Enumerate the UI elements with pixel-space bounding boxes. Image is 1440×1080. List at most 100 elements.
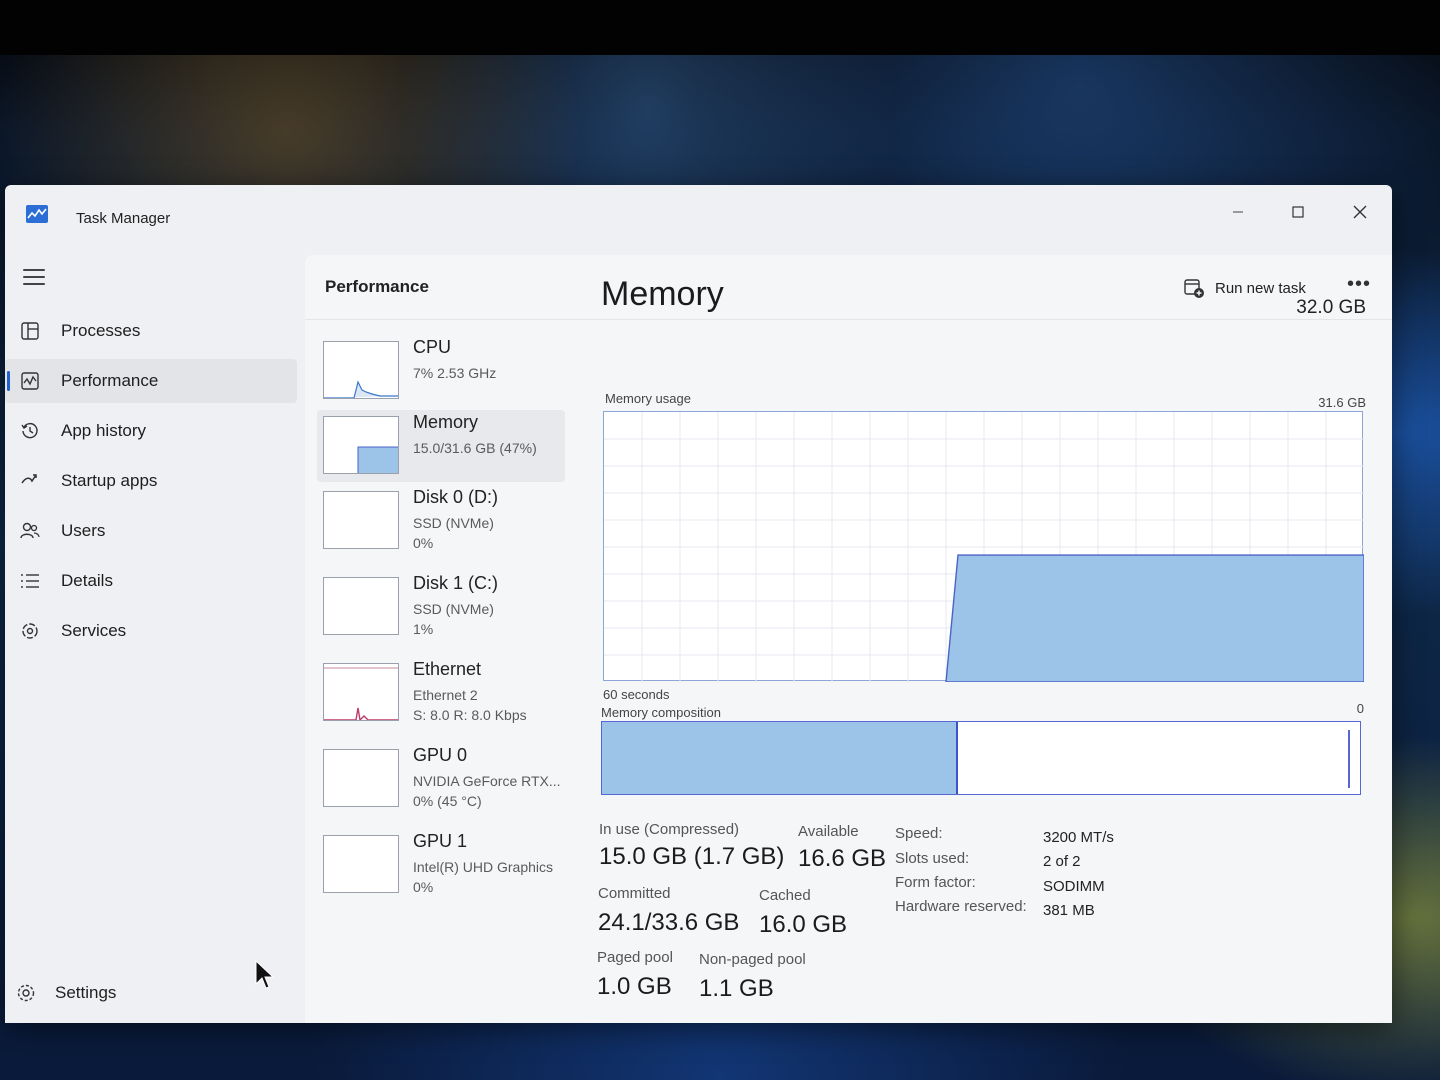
sidebar-item-settings[interactable]: Settings bbox=[5, 971, 265, 1015]
sidebar-item-details[interactable]: Details bbox=[5, 559, 297, 603]
slots-used-value: 2 of 2 bbox=[1043, 853, 1081, 870]
sidebar-item-label: Startup apps bbox=[61, 471, 158, 490]
resource-usage: 0% bbox=[413, 535, 434, 551]
resource-detail: Ethernet 2 bbox=[413, 687, 478, 703]
window-title: Task Manager bbox=[76, 210, 171, 227]
sidebar-item-label: Details bbox=[61, 571, 113, 590]
mouse-cursor-icon bbox=[255, 960, 275, 989]
users-icon bbox=[19, 520, 41, 542]
resource-item-cpu[interactable]: CPU 7% 2.53 GHz bbox=[317, 335, 565, 407]
non-paged-pool-label: Non-paged pool bbox=[699, 951, 806, 968]
title-bar[interactable]: Task Manager bbox=[5, 185, 1392, 249]
resource-detail: SSD (NVMe) bbox=[413, 515, 494, 531]
resource-item-disk-0[interactable]: Disk 0 (D:) SSD (NVMe) 0% bbox=[317, 485, 565, 557]
sidebar-item-processes[interactable]: Processes bbox=[5, 309, 297, 353]
gpu-1-thumbnail-graph bbox=[323, 835, 399, 893]
header-divider bbox=[305, 319, 1392, 320]
performance-panel: Performance Run new task ••• CPU 7% 2.53… bbox=[305, 255, 1392, 1023]
resource-usage: 1% bbox=[413, 621, 434, 637]
performance-icon bbox=[19, 370, 41, 392]
resource-detail: Intel(R) UHD Graphics bbox=[413, 859, 554, 875]
form-factor-label: Form factor: bbox=[895, 874, 976, 891]
sidebar-item-label: Users bbox=[61, 521, 106, 540]
sidebar-item-services[interactable]: Services bbox=[5, 609, 297, 653]
services-icon bbox=[19, 620, 41, 642]
more-options-button[interactable]: ••• bbox=[1347, 273, 1371, 296]
committed-value: 24.1/33.6 GB bbox=[598, 909, 740, 936]
slots-used-label: Slots used: bbox=[895, 850, 970, 867]
hamburger-menu-icon[interactable] bbox=[23, 269, 45, 287]
composition-hardware-reserved-segment bbox=[1348, 730, 1350, 788]
resource-usage: 0% (45 °C) bbox=[413, 793, 482, 809]
resource-usage: 0% bbox=[413, 879, 434, 895]
close-icon bbox=[1353, 205, 1367, 219]
disk-0-thumbnail-graph bbox=[323, 491, 399, 549]
minimize-button[interactable] bbox=[1215, 197, 1261, 227]
composition-in-use-segment bbox=[602, 722, 959, 794]
memory-composition-label: Memory composition bbox=[601, 705, 721, 720]
in-use-value: 15.0 GB (1.7 GB) bbox=[599, 843, 785, 870]
maximize-button[interactable] bbox=[1275, 197, 1321, 227]
hardware-reserved-value: 381 MB bbox=[1043, 902, 1095, 919]
resource-name: Disk 0 (D:) bbox=[413, 487, 498, 507]
gpu-0-thumbnail-graph bbox=[323, 749, 399, 807]
ethernet-thumbnail-graph bbox=[323, 663, 399, 721]
resource-detail: NVIDIA GeForce RTX... bbox=[413, 773, 561, 789]
sidebar-item-startup-apps[interactable]: Startup apps bbox=[5, 459, 297, 503]
run-new-task-label: Run new task bbox=[1215, 279, 1306, 297]
sidebar-item-app-history[interactable]: App history bbox=[5, 409, 297, 453]
resource-name: Memory bbox=[413, 412, 479, 432]
cached-label: Cached bbox=[759, 887, 811, 904]
non-paged-pool-value: 1.1 GB bbox=[699, 975, 774, 1002]
sidebar: Processes Performance App history Startu… bbox=[5, 249, 305, 1023]
processes-icon bbox=[19, 320, 41, 342]
gear-icon bbox=[15, 982, 37, 1004]
hardware-reserved-label: Hardware reserved: bbox=[895, 898, 1027, 915]
in-use-label: In use (Compressed) bbox=[599, 821, 740, 838]
page-title: Performance bbox=[325, 277, 429, 296]
memory-total: 32.0 GB bbox=[1296, 297, 1366, 318]
sidebar-item-label: Performance bbox=[61, 371, 159, 390]
memory-usage-graph bbox=[603, 411, 1365, 683]
memory-usage-chart bbox=[604, 412, 1365, 683]
committed-label: Committed bbox=[598, 885, 671, 902]
details-icon bbox=[19, 570, 41, 592]
maximize-icon bbox=[1292, 206, 1304, 218]
memory-usage-area bbox=[945, 554, 1365, 683]
form-factor-value: SODIMM bbox=[1043, 878, 1105, 895]
resource-detail: 7% 2.53 GHz bbox=[413, 365, 497, 381]
time-span-label: 60 seconds bbox=[603, 687, 670, 702]
monitor-bezel bbox=[0, 0, 1440, 55]
history-icon bbox=[19, 420, 41, 442]
resource-item-gpu-1[interactable]: GPU 1 Intel(R) UHD Graphics 0% bbox=[317, 829, 565, 901]
detail-title: Memory bbox=[601, 275, 724, 313]
resource-name: GPU 1 bbox=[413, 831, 468, 851]
paged-pool-value: 1.0 GB bbox=[597, 973, 672, 1000]
available-label: Available bbox=[798, 823, 859, 840]
resource-item-ethernet[interactable]: Ethernet Ethernet 2 S: 8.0 R: 8.0 Kbps bbox=[317, 657, 565, 729]
resource-name: Disk 1 (C:) bbox=[413, 573, 498, 593]
memory-thumbnail-graph bbox=[323, 416, 399, 474]
close-button[interactable] bbox=[1337, 197, 1383, 227]
sidebar-item-users[interactable]: Users bbox=[5, 509, 297, 553]
cpu-thumbnail-graph bbox=[323, 341, 399, 399]
speed-label: Speed: bbox=[895, 825, 943, 842]
memory-composition-bar bbox=[601, 721, 1361, 795]
available-value: 16.6 GB bbox=[798, 845, 887, 872]
resource-item-gpu-0[interactable]: GPU 0 NVIDIA GeForce RTX... 0% (45 °C) bbox=[317, 743, 565, 815]
resource-item-memory[interactable]: Memory 15.0/31.6 GB (47%) bbox=[317, 410, 565, 482]
resource-name: GPU 0 bbox=[413, 745, 468, 765]
resource-item-disk-1[interactable]: Disk 1 (C:) SSD (NVMe) 1% bbox=[317, 571, 565, 643]
resource-usage: S: 8.0 R: 8.0 Kbps bbox=[413, 707, 527, 723]
resource-name: Ethernet bbox=[413, 659, 482, 679]
settings-label: Settings bbox=[55, 983, 117, 1002]
sidebar-item-performance[interactable]: Performance bbox=[5, 359, 297, 403]
startup-icon bbox=[19, 470, 41, 492]
resource-detail: 15.0/31.6 GB (47%) bbox=[413, 440, 537, 456]
minimize-icon bbox=[1233, 211, 1243, 213]
task-manager-app-icon bbox=[26, 205, 48, 223]
run-task-icon bbox=[1184, 279, 1204, 298]
cached-value: 16.0 GB bbox=[759, 911, 848, 938]
resource-detail: SSD (NVMe) bbox=[413, 601, 494, 617]
run-new-task-button[interactable]: Run new task bbox=[1183, 277, 1306, 299]
